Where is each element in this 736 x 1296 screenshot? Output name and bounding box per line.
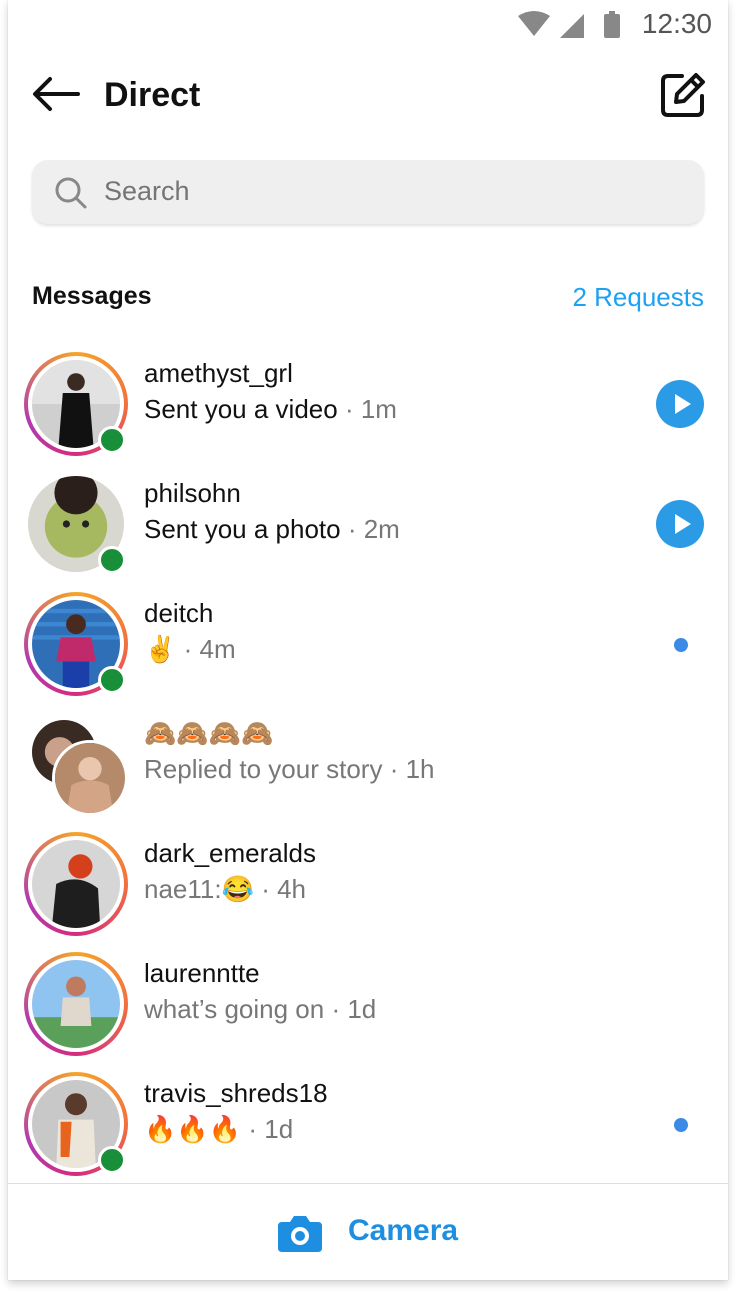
thread-row[interactable]: laurenntte what’s going on · 1d — [8, 944, 728, 1064]
avatar[interactable] — [24, 472, 128, 576]
timestamp: · 1d — [331, 994, 377, 1024]
status-icons — [518, 10, 628, 47]
thread-preview: 🔥🔥🔥 · 1d — [144, 1114, 293, 1145]
status-bar: 12:30 — [8, 0, 728, 48]
preview-text: Sent you a video — [144, 394, 338, 424]
thread-name: philsohn — [144, 478, 241, 508]
section-label: Messages — [32, 282, 152, 310]
thread-row[interactable]: philsohn Sent you a photo · 2m — [8, 464, 728, 584]
thread-preview: ✌️ · 4m — [144, 634, 236, 665]
thread-row[interactable]: deitch ✌️ · 4m — [8, 584, 728, 704]
thread-preview: Replied to your story · 1h — [144, 754, 435, 785]
thread-row[interactable]: travis_shreds18 🔥🔥🔥 · 1d — [8, 1064, 728, 1184]
thread-name: travis_shreds18 — [144, 1078, 328, 1108]
requests-link[interactable]: 2 Requests — [572, 282, 704, 313]
compose-button[interactable] — [658, 70, 708, 120]
thread-preview: nae11:😂 · 4h — [144, 874, 306, 905]
camera-icon[interactable] — [278, 1212, 322, 1252]
unread-dot — [674, 1118, 688, 1132]
app-frame: 12:30 Direct Messages 2 Requests — [8, 0, 728, 1280]
preview-text: Sent you a photo — [144, 514, 341, 544]
avatar[interactable] — [24, 592, 128, 696]
online-indicator — [98, 1146, 126, 1174]
avatar[interactable] — [24, 1072, 128, 1176]
avatar-image — [32, 960, 120, 1048]
avatar-image — [32, 840, 120, 928]
avatar[interactable] — [24, 832, 128, 936]
online-indicator — [98, 426, 126, 454]
thread-preview: what’s going on · 1d — [144, 994, 376, 1025]
thread-name: amethyst_grl — [144, 358, 293, 388]
camera-button[interactable]: Camera — [348, 1214, 458, 1248]
page-title: Direct — [104, 76, 201, 114]
preview-text: 🔥🔥🔥 — [144, 1114, 242, 1144]
thread-name: 🙈🙈🙈🙈 — [144, 718, 274, 748]
bottom-bar: Camera — [8, 1183, 728, 1280]
timestamp: · 2m — [347, 514, 400, 544]
thread-name: deitch — [144, 598, 214, 628]
thread-name: dark_emeralds — [144, 838, 316, 868]
avatar-image — [52, 740, 128, 816]
thread-row[interactable]: amethyst_grl Sent you a video · 1m — [8, 344, 728, 464]
timestamp: · 4h — [261, 874, 307, 904]
thread-list: amethyst_grl Sent you a video · 1m phils… — [8, 344, 728, 1184]
timestamp: · 4m — [183, 634, 236, 664]
online-indicator — [98, 666, 126, 694]
online-indicator — [98, 546, 126, 574]
thread-preview: Sent you a photo · 2m — [144, 514, 400, 545]
timestamp: · 1m — [344, 394, 397, 424]
preview-text: ✌️ — [144, 634, 177, 664]
avatar[interactable] — [24, 352, 128, 456]
unread-dot — [674, 638, 688, 652]
thread-row[interactable]: 🙈🙈🙈🙈 Replied to your story · 1h — [8, 704, 728, 824]
status-time: 12:30 — [641, 8, 712, 39]
timestamp: · 1h — [389, 754, 435, 784]
play-button[interactable] — [656, 500, 704, 548]
search-bar[interactable] — [32, 160, 704, 224]
play-button[interactable] — [656, 380, 704, 428]
preview-text: nae11:😂 — [144, 874, 254, 904]
search-input[interactable] — [104, 176, 664, 207]
thread-preview: Sent you a video · 1m — [144, 394, 397, 425]
timestamp: · 1d — [248, 1114, 294, 1144]
search-icon — [55, 177, 87, 209]
arrow-left-icon — [33, 77, 80, 111]
thread-name: laurenntte — [144, 958, 260, 988]
preview-text: Replied to your story — [144, 754, 383, 784]
wifi-signal-battery-icon — [518, 11, 620, 38]
preview-text: what’s going on — [144, 994, 325, 1024]
thread-row[interactable]: dark_emeralds nae11:😂 · 4h — [8, 824, 728, 944]
back-button[interactable] — [30, 74, 82, 114]
avatar[interactable] — [24, 952, 128, 1056]
edit-icon — [661, 73, 705, 117]
group-avatar[interactable] — [24, 712, 128, 816]
header: Direct — [8, 60, 728, 132]
messages-section-header: Messages 2 Requests — [32, 282, 704, 318]
